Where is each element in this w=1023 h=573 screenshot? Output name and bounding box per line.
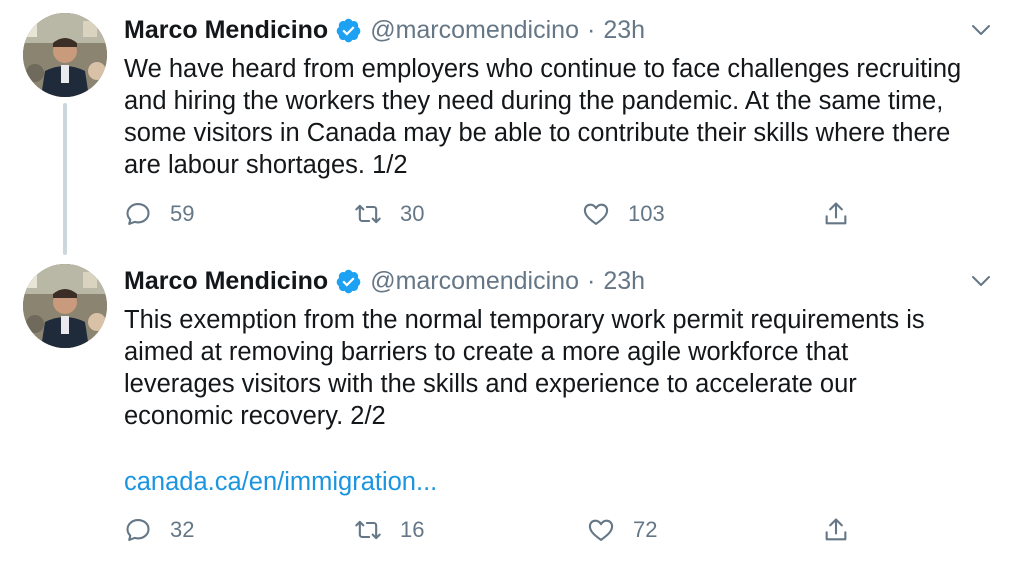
tweet-link[interactable]: canada.ca/en/immigration... bbox=[124, 466, 437, 498]
share-icon bbox=[825, 518, 847, 541]
retweet-button[interactable]: 16 bbox=[354, 513, 424, 547]
reply-icon bbox=[126, 203, 150, 225]
tweet-1[interactable]: Marco Mendicino @marcomendicino · 23h We… bbox=[0, 0, 1023, 255]
retweet-icon bbox=[355, 204, 381, 224]
author-name[interactable]: Marco Mendicino bbox=[124, 13, 328, 47]
chevron-down-icon[interactable] bbox=[969, 269, 993, 293]
like-count: 72 bbox=[633, 517, 658, 542]
reply-icon bbox=[126, 519, 150, 541]
like-button[interactable]: 72 bbox=[587, 513, 657, 547]
author-name[interactable]: Marco Mendicino bbox=[124, 264, 328, 298]
retweet-icon bbox=[355, 520, 381, 540]
tweet-actions: 59 30 103 bbox=[124, 197, 884, 231]
reply-count: 59 bbox=[170, 201, 195, 226]
avatar-photo bbox=[23, 264, 107, 348]
tweet-actions: 32 16 72 bbox=[124, 513, 884, 547]
like-button[interactable]: 103 bbox=[582, 197, 665, 231]
heart-icon bbox=[588, 519, 614, 541]
reply-button[interactable]: 59 bbox=[124, 197, 194, 231]
tweet-header: Marco Mendicino @marcomendicino · 23h bbox=[124, 13, 645, 47]
tweet-text: We have heard from employers who continu… bbox=[124, 55, 962, 179]
retweet-button[interactable]: 30 bbox=[354, 197, 424, 231]
heart-icon bbox=[583, 203, 609, 225]
share-button[interactable] bbox=[822, 197, 850, 231]
share-button[interactable] bbox=[822, 513, 850, 547]
verified-badge-icon bbox=[336, 269, 361, 293]
author-handle[interactable]: @marcomendicino bbox=[370, 13, 579, 47]
retweet-count: 30 bbox=[400, 201, 425, 226]
verified-badge-icon bbox=[336, 18, 361, 42]
avatar[interactable] bbox=[23, 13, 107, 97]
timestamp[interactable]: 23h bbox=[603, 13, 645, 47]
reply-count: 32 bbox=[170, 517, 195, 542]
timestamp[interactable]: 23h bbox=[603, 264, 645, 298]
tweet-header: Marco Mendicino @marcomendicino · 23h bbox=[124, 264, 645, 298]
separator-dot: · bbox=[586, 16, 596, 44]
avatar-photo bbox=[23, 13, 107, 97]
share-icon bbox=[825, 202, 847, 225]
author-handle[interactable]: @marcomendicino bbox=[370, 264, 579, 298]
reply-button[interactable]: 32 bbox=[124, 513, 194, 547]
tweet-2[interactable]: Marco Mendicino @marcomendicino · 23h Th… bbox=[0, 251, 1023, 571]
tweet-text: This exemption from the normal temporary… bbox=[124, 306, 925, 430]
separator-dot: · bbox=[586, 267, 596, 295]
like-count: 103 bbox=[628, 201, 665, 226]
chevron-down-icon[interactable] bbox=[969, 18, 993, 42]
retweet-count: 16 bbox=[400, 517, 425, 542]
thread-connector-line bbox=[63, 103, 67, 255]
avatar[interactable] bbox=[23, 264, 107, 348]
